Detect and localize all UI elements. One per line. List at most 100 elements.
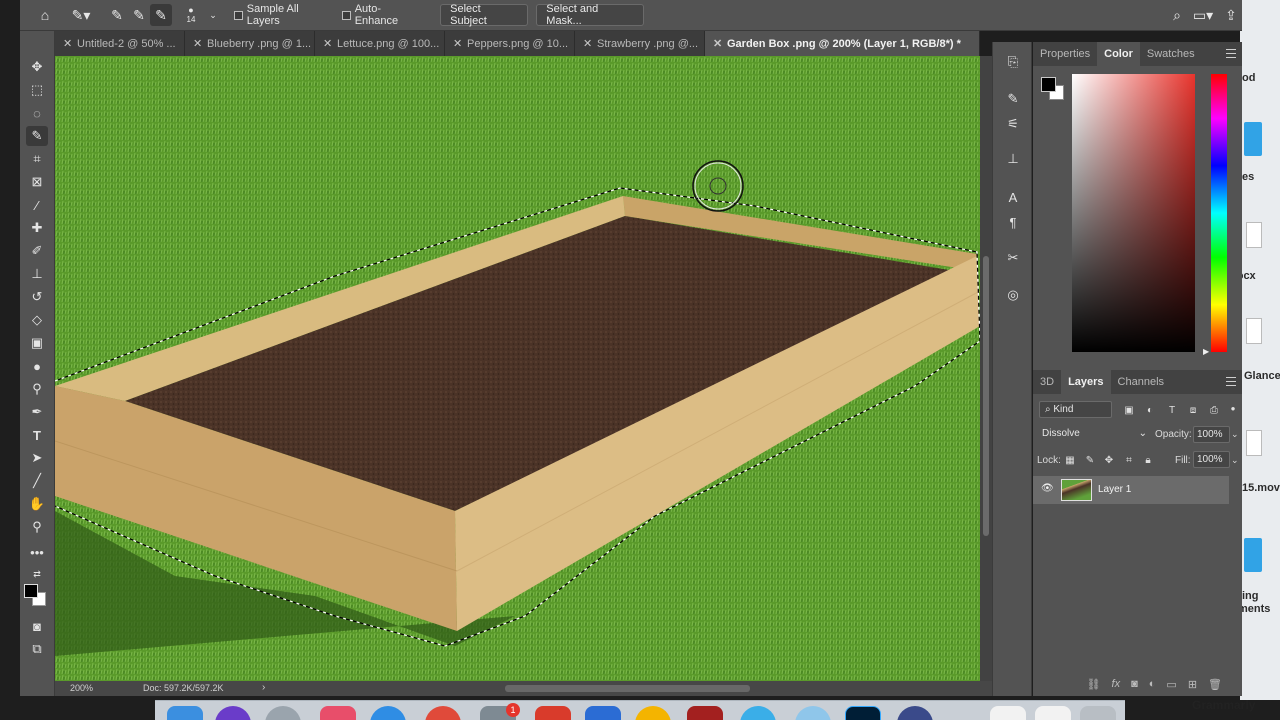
hand-tool-icon[interactable]: ✋ (26, 494, 48, 514)
chevron-down-icon[interactable]: ⌄ (1231, 455, 1239, 466)
eraser-tool-icon[interactable]: ◇ (26, 310, 48, 330)
brush-settings-icon[interactable]: ✎ (1003, 89, 1023, 109)
more-tools-icon[interactable]: ••• (26, 542, 48, 562)
move-tool-icon[interactable]: ✥ (26, 57, 48, 77)
close-icon[interactable]: ✕ (193, 37, 202, 50)
brush-tool-icon[interactable]: ✐ (26, 241, 48, 261)
zoom-level[interactable]: 200% (70, 683, 93, 693)
document-thumbnail[interactable] (1035, 706, 1071, 720)
search-icon[interactable]: ⌕ (1166, 4, 1188, 26)
lock-all-icon[interactable]: 🔒︎ (1141, 453, 1155, 467)
desktop-file-icon[interactable] (1246, 318, 1262, 344)
gradient-tool-icon[interactable]: ▣ (26, 333, 48, 353)
chevron-down-icon[interactable]: ⌄ (202, 4, 224, 26)
new-layer-icon[interactable]: ⊞ (1188, 678, 1197, 691)
close-icon[interactable]: ✕ (453, 37, 462, 50)
panel-menu-icon[interactable] (1226, 49, 1236, 58)
photos-app-icon[interactable] (635, 706, 671, 720)
link-layers-icon[interactable]: ⛓ (1087, 678, 1101, 691)
close-icon[interactable]: ✕ (713, 37, 722, 50)
history-brush-tool-icon[interactable]: ↺ (26, 287, 48, 307)
type-tool-icon[interactable]: T (26, 425, 48, 445)
marquee-tool-icon[interactable]: ⬚ (26, 80, 48, 100)
lock-position-icon[interactable]: ✥ (1102, 453, 1116, 467)
siri-app-icon[interactable] (215, 706, 251, 720)
safari-app-icon[interactable] (370, 706, 406, 720)
document-tab[interactable]: ✕ Blueberry .png @ 1... (185, 31, 315, 56)
hue-slider[interactable] (1211, 74, 1227, 352)
filter-type-icon[interactable]: T (1165, 403, 1179, 417)
frame-tool-icon[interactable]: ⊠ (26, 172, 48, 192)
eyedropper-tool-icon[interactable]: ⁄ (26, 195, 48, 215)
auto-enhance-checkbox[interactable]: Auto-Enhance (341, 3, 422, 27)
blur-tool-icon[interactable]: ● (26, 356, 48, 376)
document-tab[interactable]: ✕ Untitled-2 @ 50% ... (55, 31, 185, 56)
app-icon[interactable] (795, 706, 831, 720)
close-icon[interactable]: ✕ (583, 37, 592, 50)
acrobat-app-icon[interactable] (535, 706, 571, 720)
select-subject-button[interactable]: Select Subject (440, 3, 529, 27)
clone-source-icon[interactable]: ⊥ (1003, 149, 1023, 169)
filter-adjustment-icon[interactable]: ◐ (1143, 403, 1157, 417)
zoom-tool-icon[interactable]: ⚲ (26, 517, 48, 537)
new-group-icon[interactable]: ▭ (1166, 678, 1176, 691)
panel-menu-icon[interactable] (1226, 377, 1236, 386)
tab-properties[interactable]: Properties (1033, 42, 1097, 66)
checkbox-box[interactable] (234, 10, 243, 20)
layer-name[interactable]: Layer 1 (1098, 484, 1131, 495)
color-picker-field[interactable] (1072, 74, 1195, 352)
word-app-icon[interactable] (585, 706, 621, 720)
scrollbar-thumb[interactable] (983, 256, 989, 536)
desktop-file-icon[interactable] (1244, 538, 1262, 572)
brush-size-picker[interactable]: ● 14 (180, 4, 202, 26)
dodge-tool-icon[interactable]: ⚲ (26, 379, 48, 399)
pen-tool-icon[interactable]: ✒ (26, 402, 48, 422)
lock-artboard-icon[interactable]: ⌗ (1122, 453, 1136, 467)
trash-app-icon[interactable] (1080, 706, 1116, 720)
tab-layers[interactable]: Layers (1061, 370, 1111, 394)
vertical-scrollbar[interactable] (980, 56, 992, 681)
lock-transparent-icon[interactable]: ▦ (1063, 453, 1077, 467)
paragraph-panel-icon[interactable]: ¶ (1003, 212, 1023, 232)
filter-shape-icon[interactable]: ⧈ (1186, 403, 1200, 417)
swap-colors-icon[interactable]: ⇄ (26, 564, 48, 584)
tab-3d[interactable]: 3D (1033, 370, 1061, 394)
select-and-mask-button[interactable]: Select and Mask... (536, 3, 644, 27)
app-icon[interactable] (897, 706, 933, 720)
chevron-down-icon[interactable]: ⌄ (1231, 429, 1239, 440)
fill-input[interactable]: 100% (1193, 451, 1230, 468)
add-mask-icon[interactable]: ◙ (1131, 678, 1138, 690)
finder-app-icon[interactable] (167, 706, 203, 720)
checkbox-box[interactable] (341, 10, 351, 20)
character-panel-icon[interactable]: A (1003, 187, 1023, 207)
filter-pixel-icon[interactable]: ▣ (1122, 403, 1136, 417)
sample-all-layers-checkbox[interactable]: Sample All Layers (234, 3, 332, 27)
blend-mode-select[interactable]: Dissolve ⌄ (1037, 426, 1151, 443)
tab-color[interactable]: Color (1097, 42, 1140, 66)
layer-row-layer-1[interactable]: 👁︎ Layer 1 (1033, 476, 1229, 504)
crop-tool-icon[interactable]: ⌗ (26, 149, 48, 169)
tab-swatches[interactable]: Swatches (1140, 42, 1202, 66)
quick-selection-tool-icon[interactable]: ✎ (26, 126, 48, 146)
chrome-app-icon[interactable] (425, 706, 461, 720)
quick-selection-tool-preset-icon[interactable]: ✎▾ (70, 4, 92, 26)
document-tab-active[interactable]: ✕ Garden Box .png @ 200% (Layer 1, RGB/8… (705, 31, 980, 56)
photoshop-app-icon[interactable] (845, 706, 881, 720)
line-tool-icon[interactable]: ╱ (26, 471, 48, 491)
home-icon[interactable]: ⌂ (34, 4, 56, 26)
adjustment-layer-icon[interactable]: ◐ (1149, 678, 1156, 690)
lock-image-icon[interactable]: ✎ (1083, 453, 1097, 467)
foreground-color-swatch[interactable] (24, 584, 38, 598)
lasso-tool-icon[interactable]: ◌ (26, 103, 48, 123)
filter-smart-object-icon[interactable]: ⎙ (1207, 403, 1221, 417)
share-icon[interactable]: ⇪ (1220, 4, 1242, 26)
app-icon[interactable] (687, 706, 723, 720)
healing-brush-tool-icon[interactable]: ✚ (26, 218, 48, 238)
music-app-icon[interactable] (320, 706, 356, 720)
eye-visibility-icon[interactable]: 👁︎ (1041, 483, 1054, 494)
document-canvas[interactable] (55, 56, 980, 681)
desktop-file-icon[interactable] (1244, 122, 1262, 156)
document-tab[interactable]: ✕ Lettuce.png @ 100... (315, 31, 445, 56)
opacity-input[interactable]: 100% (1193, 426, 1230, 443)
tool-presets-icon[interactable]: ✂ (1003, 248, 1023, 268)
